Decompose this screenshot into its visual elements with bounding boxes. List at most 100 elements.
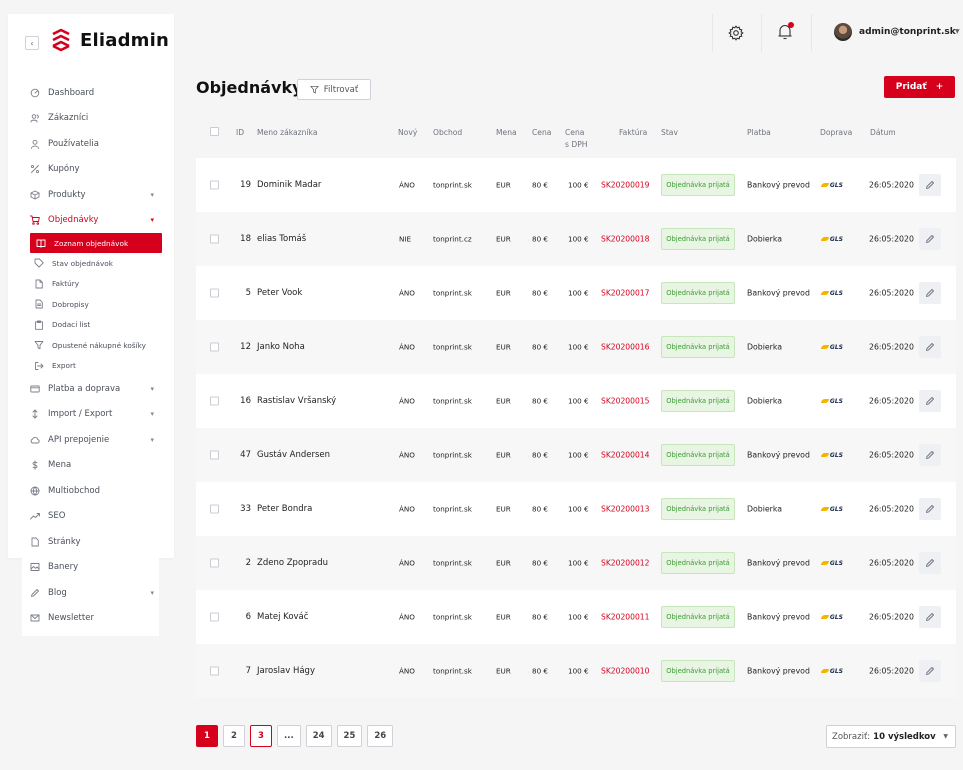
row-checkbox[interactable]: [210, 666, 219, 676]
customer-name[interactable]: elias Tomáš: [257, 234, 306, 244]
edit-button[interactable]: [919, 444, 941, 466]
submenu-item-fakt-ry[interactable]: Faktúry: [22, 274, 162, 295]
invoice-link[interactable]: SK20200019: [601, 181, 649, 190]
submenu-item-stav-objedn-vok[interactable]: Stav objednávok: [22, 253, 162, 274]
sidebar-item-newsletter[interactable]: Newsletter: [22, 606, 162, 632]
select-all-checkbox[interactable]: [210, 127, 219, 136]
invoice-link[interactable]: SK20200013: [601, 505, 649, 514]
submenu-item-dodac-list[interactable]: Dodací list: [22, 315, 162, 336]
submenu-item-export[interactable]: Export: [22, 356, 162, 377]
invoice-link[interactable]: SK20200012: [601, 559, 649, 568]
row-checkbox[interactable]: [210, 396, 219, 406]
col-mena[interactable]: Mena: [496, 127, 517, 138]
row-checkbox[interactable]: [210, 288, 219, 298]
sidebar-item-api-prepojenie[interactable]: API prepojenie ▾: [22, 427, 162, 453]
page-button[interactable]: 3: [250, 725, 272, 747]
page-button[interactable]: 24: [305, 725, 332, 747]
edit-button[interactable]: [919, 336, 941, 358]
invoice-link[interactable]: SK20200014: [601, 451, 649, 460]
edit-button[interactable]: [919, 606, 941, 628]
table-row[interactable]: 18 elias Tomáš NIE tonprint.cz EUR 80 € 100 € S…: [196, 212, 956, 266]
sidebar-item-multiobchod[interactable]: Multiobchod: [22, 478, 162, 504]
table-row[interactable]: 47 Gustáv Andersen ÁNO tonprint.sk EUR 80 € 10…: [196, 428, 956, 482]
sidebar-item-kup-ny[interactable]: Kupóny: [22, 157, 162, 183]
sidebar-item-platba-a-doprava[interactable]: Platba a doprava ▾: [22, 376, 162, 402]
sidebar-item-mena[interactable]: Mena: [22, 453, 162, 479]
table-row[interactable]: 19 Dominik Madar ÁNO tonprint.sk EUR 80 € 100 …: [196, 158, 956, 212]
edit-button[interactable]: [919, 552, 941, 574]
table-row[interactable]: 5 Peter Vook ÁNO tonprint.sk EUR 80 € 100 € SK2…: [196, 266, 956, 320]
chevron-down-icon[interactable]: ▼: [955, 28, 960, 35]
col-datum[interactable]: Dátum: [870, 127, 896, 138]
edit-button[interactable]: [919, 174, 941, 196]
sidebar-item-str-nky[interactable]: Stránky: [22, 529, 162, 555]
filter-button[interactable]: Filtrovať: [297, 79, 371, 100]
col-faktura[interactable]: Faktúra: [619, 127, 647, 138]
sidebar-item-banery[interactable]: Banery: [22, 555, 162, 581]
sidebar-item-z-kazn-ci[interactable]: Zákazníci: [22, 106, 162, 132]
customer-name[interactable]: Rastislav Vršanský: [257, 396, 336, 406]
invoice-link[interactable]: SK20200011: [601, 613, 649, 622]
page-button[interactable]: 26: [367, 725, 394, 747]
row-checkbox[interactable]: [210, 180, 219, 190]
submenu-item-zoznam-objedn-vok[interactable]: Zoznam objednávok: [30, 233, 162, 253]
sidebar-item-produkty[interactable]: Produkty ▾: [22, 182, 162, 208]
page-button[interactable]: 25: [336, 725, 363, 747]
invoice-link[interactable]: SK20200016: [601, 343, 649, 352]
table-row[interactable]: 12 Janko Noha ÁNO tonprint.sk EUR 80 € 100 € SK…: [196, 320, 956, 374]
invoice-link[interactable]: SK20200015: [601, 397, 649, 406]
col-id[interactable]: ID: [236, 127, 244, 138]
table-row[interactable]: 2 Zdeno Zpopradu ÁNO tonprint.sk EUR 80 € 100 …: [196, 536, 956, 590]
sidebar-item-objedn-vky[interactable]: Objednávky ▾: [22, 208, 162, 234]
customer-name[interactable]: Zdeno Zpopradu: [257, 558, 328, 568]
customer-name[interactable]: Gustáv Andersen: [257, 450, 330, 460]
row-checkbox[interactable]: [210, 234, 219, 244]
col-obchod[interactable]: Obchod: [433, 127, 462, 138]
row-checkbox[interactable]: [210, 504, 219, 514]
add-order-button[interactable]: Pridať +: [884, 76, 955, 98]
invoice-link[interactable]: SK20200017: [601, 289, 649, 298]
customer-name[interactable]: Jaroslav Hágy: [257, 666, 315, 676]
page-button[interactable]: 1: [196, 725, 218, 747]
customer-name[interactable]: Peter Bondra: [257, 504, 312, 514]
table-row[interactable]: 16 Rastislav Vršanský ÁNO tonprint.sk EUR 80 …: [196, 374, 956, 428]
customer-name[interactable]: Peter Vook: [257, 288, 302, 298]
user-email[interactable]: admin@tonprint.sk: [859, 27, 956, 37]
row-checkbox[interactable]: [210, 450, 219, 460]
col-doprava[interactable]: Doprava: [820, 127, 852, 138]
sidebar-item-import-export[interactable]: Import / Export ▾: [22, 402, 162, 428]
table-row[interactable]: 7 Jaroslav Hágy ÁNO tonprint.sk EUR 80 € 100 €…: [196, 644, 956, 698]
col-novy[interactable]: Nový: [398, 127, 417, 138]
edit-button[interactable]: [919, 498, 941, 520]
submenu-item-dobropisy[interactable]: Dobropisy: [22, 294, 162, 315]
col-platba[interactable]: Platba: [747, 127, 771, 138]
col-stav[interactable]: Stav: [661, 127, 678, 138]
edit-button[interactable]: [919, 228, 941, 250]
row-checkbox[interactable]: [210, 612, 219, 622]
sidebar-item-seo[interactable]: SEO: [22, 504, 162, 530]
col-name[interactable]: Meno zákazníka: [257, 127, 317, 138]
page-button[interactable]: 2: [223, 725, 245, 747]
table-row[interactable]: 6 Matej Kováč ÁNO tonprint.sk EUR 80 € 100 € SK…: [196, 590, 956, 644]
customer-name[interactable]: Dominik Madar: [257, 180, 321, 190]
sidebar-item-dashboard[interactable]: Dashboard: [22, 80, 162, 106]
customer-name[interactable]: Matej Kováč: [257, 612, 308, 622]
avatar[interactable]: [834, 23, 852, 41]
edit-button[interactable]: [919, 390, 941, 412]
gear-icon[interactable]: [728, 25, 744, 41]
submenu-item-opusten-n-kupn-ko-ky[interactable]: Opustené nákupné košíky: [22, 335, 162, 356]
row-checkbox[interactable]: [210, 558, 219, 568]
table-row[interactable]: 33 Peter Bondra ÁNO tonprint.sk EUR 80 € 100 €…: [196, 482, 956, 536]
invoice-link[interactable]: SK20200010: [601, 667, 649, 676]
per-page-select[interactable]: Zobraziť: 10 výsledkov ▼: [826, 725, 956, 748]
row-checkbox[interactable]: [210, 342, 219, 352]
edit-button[interactable]: [919, 282, 941, 304]
sidebar-item-blog[interactable]: Blog ▾: [22, 580, 162, 606]
brand[interactable]: Eliadmin: [50, 28, 169, 52]
customer-name[interactable]: Janko Noha: [257, 342, 305, 352]
invoice-link[interactable]: SK20200018: [601, 235, 649, 244]
col-cena-sdph[interactable]: Cena: [565, 127, 584, 138]
col-cena[interactable]: Cena: [532, 127, 551, 138]
sidebar-item-pou-vatelia[interactable]: Používatelia: [22, 131, 162, 157]
sidebar-collapse-button[interactable]: ‹: [25, 36, 39, 50]
